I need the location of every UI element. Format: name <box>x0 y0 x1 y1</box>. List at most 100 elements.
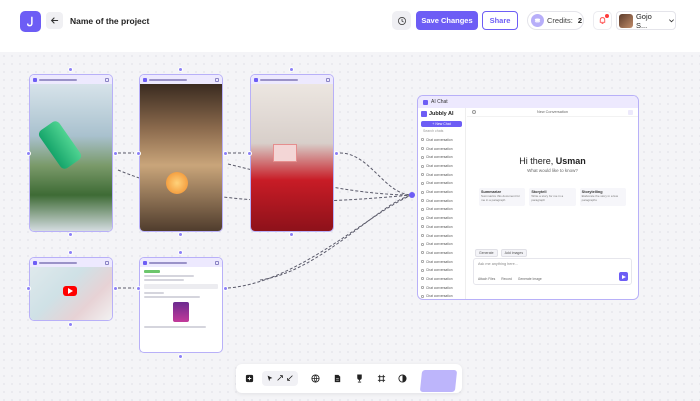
node-header <box>30 75 112 84</box>
chat-history-item[interactable]: Chat conversation <box>421 224 462 230</box>
node-handle[interactable] <box>113 286 118 291</box>
chat-history-item[interactable]: Chat conversation <box>421 163 462 169</box>
chat-bubble-icon <box>421 164 424 168</box>
document-icon[interactable] <box>332 373 342 383</box>
suggestion-card[interactable]: Summarize Summarize this document for me … <box>479 188 526 206</box>
back-button[interactable] <box>46 12 63 29</box>
chat-history-item[interactable]: Chat conversation <box>421 294 462 299</box>
node-handle[interactable] <box>26 151 31 156</box>
node-handle[interactable] <box>178 232 183 237</box>
chat-history-item[interactable]: Chat conversation <box>421 268 462 274</box>
suggestion-card[interactable]: Storytelling Elaborate the story in a few… <box>579 188 626 206</box>
chat-history-item[interactable]: Chat conversation <box>421 215 462 221</box>
chat-history-item[interactable]: Chat conversation <box>421 250 462 256</box>
external-link-icon[interactable] <box>215 260 219 265</box>
credits-badge[interactable]: Credits: 2 <box>527 11 584 30</box>
chat-history-item[interactable]: Chat conversation <box>421 155 462 161</box>
node-handle[interactable] <box>178 250 183 255</box>
video-node[interactable] <box>29 257 113 321</box>
history-button[interactable] <box>392 11 411 30</box>
node-handle[interactable] <box>223 151 228 156</box>
chat-history-item[interactable]: Chat conversation <box>421 137 462 143</box>
node-handle[interactable] <box>113 151 118 156</box>
chat-history-item[interactable]: Chat conversation <box>421 207 462 213</box>
save-changes-button[interactable]: Save Changes <box>416 11 478 30</box>
node-handle[interactable] <box>178 354 183 359</box>
node-handle[interactable] <box>178 67 183 72</box>
back-arrow-icon <box>50 17 59 24</box>
input-option[interactable]: Attach Files <box>478 277 495 281</box>
node-handle[interactable] <box>334 151 339 156</box>
chat-brand: Jubbly AI <box>421 111 462 117</box>
node-handle[interactable] <box>68 250 73 255</box>
node-image <box>251 84 333 231</box>
chat-history-item[interactable]: Chat conversation <box>421 198 462 204</box>
share-button[interactable]: Share <box>482 11 518 30</box>
color-swatch[interactable] <box>419 370 458 392</box>
node-handle[interactable] <box>247 151 252 156</box>
chat-bubble-icon <box>421 242 424 246</box>
media-node-2[interactable] <box>139 74 223 232</box>
post-node[interactable] <box>139 257 223 353</box>
chat-bubble-icon <box>421 181 424 185</box>
chat-history-item[interactable]: Chat conversation <box>421 172 462 178</box>
media-node-1[interactable] <box>29 74 113 232</box>
node-handle[interactable] <box>223 286 228 291</box>
frame-icon[interactable] <box>376 373 386 383</box>
chat-main: New Conversation Hi there, Usman What wo… <box>467 108 638 299</box>
node-handle[interactable] <box>289 232 294 237</box>
prompt-chip[interactable]: Generate <box>475 249 498 257</box>
node-header <box>140 258 222 267</box>
chat-history-item[interactable]: Chat conversation <box>421 285 462 291</box>
node-handle[interactable] <box>68 232 73 237</box>
chat-history-item[interactable]: Chat conversation <box>421 259 462 265</box>
chat-history-item[interactable]: Chat conversation <box>421 189 462 195</box>
user-menu[interactable]: Gojo S... <box>616 11 676 30</box>
chat-search[interactable]: Search chats <box>421 129 462 134</box>
external-link-icon[interactable] <box>105 260 109 265</box>
pan-tool-icon[interactable] <box>285 373 295 383</box>
input-option[interactable]: Record <box>501 277 512 281</box>
chat-menu-icon[interactable] <box>472 110 476 114</box>
node-handle[interactable] <box>136 151 141 156</box>
chat-history-item[interactable]: Chat conversation <box>421 233 462 239</box>
node-handle[interactable] <box>136 286 141 291</box>
new-chat-button[interactable]: + New Chat <box>421 121 462 127</box>
ai-chat-node[interactable]: AI Chat Jubbly AI + New Chat Search chat… <box>417 95 639 300</box>
chat-settings-icon[interactable] <box>628 109 633 115</box>
connect-tool-icon[interactable] <box>275 373 285 383</box>
external-link-icon[interactable] <box>215 77 219 82</box>
chat-history-item[interactable]: Chat conversation <box>421 241 462 247</box>
chat-bubble-icon <box>421 294 424 298</box>
suggestion-card[interactable]: Storytell Write a story for me in a parag… <box>529 188 576 206</box>
select-tool-icon[interactable] <box>265 373 275 383</box>
trophy-icon[interactable] <box>354 373 364 383</box>
coin-icon <box>531 14 544 27</box>
notifications-button[interactable] <box>593 11 612 30</box>
input-option[interactable]: Generate Image <box>518 277 542 281</box>
node-handle[interactable] <box>68 67 73 72</box>
chat-input-placeholder: Ask me anything here... <box>478 262 518 266</box>
workflow-canvas[interactable]: AI Chat Jubbly AI + New Chat Search chat… <box>0 52 700 401</box>
prompt-chip[interactable]: Add images <box>500 249 528 257</box>
chat-input[interactable]: Ask me anything here... Attach Files Reco… <box>473 258 632 285</box>
chat-bubble-icon <box>421 216 424 220</box>
chat-history-item[interactable]: Chat conversation <box>421 181 462 187</box>
media-node-3[interactable] <box>250 74 334 232</box>
send-icon[interactable] <box>619 272 628 281</box>
prompt-chips: Generate Add images <box>475 249 528 257</box>
play-icon[interactable] <box>63 286 77 296</box>
add-node-icon[interactable] <box>244 373 254 383</box>
external-link-icon[interactable] <box>105 77 109 82</box>
app-logo[interactable] <box>20 11 41 32</box>
chat-history-item[interactable]: Chat conversation <box>421 276 462 282</box>
external-link-icon[interactable] <box>326 77 330 82</box>
node-handle[interactable] <box>26 286 31 291</box>
color-picker-icon[interactable] <box>397 373 407 383</box>
chat-bubble-icon <box>421 147 424 151</box>
node-handle[interactable] <box>68 322 73 327</box>
node-handle[interactable] <box>289 67 294 72</box>
globe-icon[interactable] <box>310 373 320 383</box>
chat-history-item[interactable]: Chat conversation <box>421 146 462 152</box>
project-name[interactable]: Name of the project <box>70 16 149 26</box>
